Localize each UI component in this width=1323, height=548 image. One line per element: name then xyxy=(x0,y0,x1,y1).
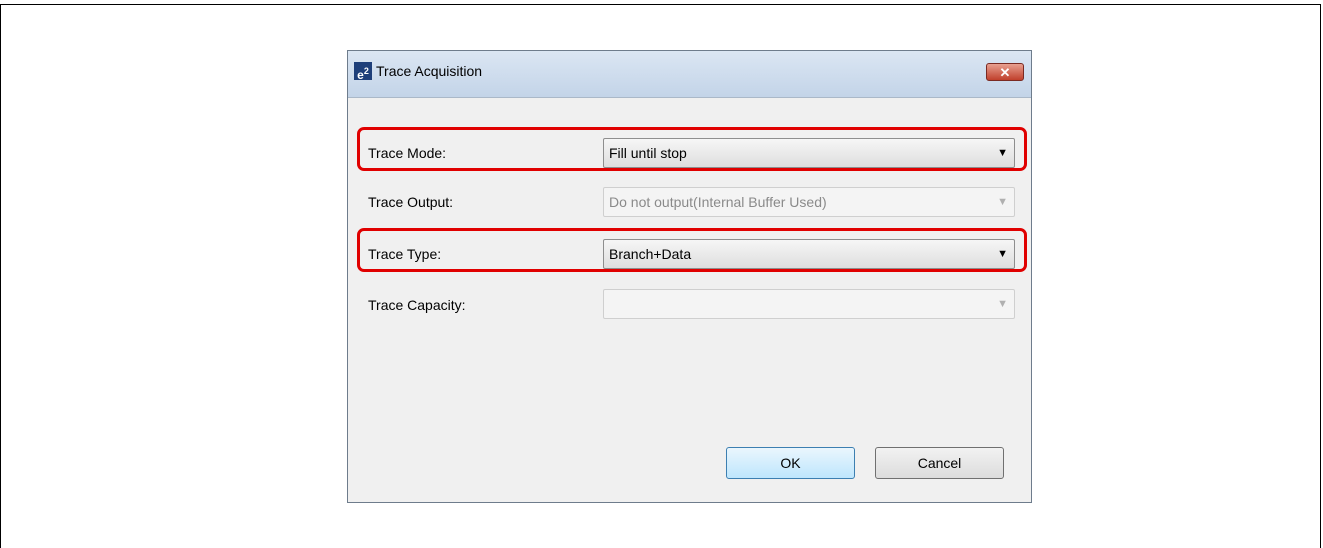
trace-type-value: Branch+Data xyxy=(609,246,692,262)
trace-mode-label: Trace Mode: xyxy=(368,145,447,161)
close-button[interactable]: ✕ xyxy=(986,63,1024,81)
ok-button[interactable]: OK xyxy=(726,447,855,479)
trace-type-label: Trace Type: xyxy=(368,246,442,262)
dialog-title: Trace Acquisition xyxy=(376,63,483,79)
trace-type-select[interactable]: Branch+Data ▼ xyxy=(603,239,1015,269)
trace-output-select: Do not output(Internal Buffer Used) ▼ xyxy=(603,187,1015,217)
chevron-down-icon: ▼ xyxy=(997,298,1008,310)
trace-output-label: Trace Output: xyxy=(368,194,454,210)
dialog-content: Trace Mode: Fill until stop ▼ Trace Outp… xyxy=(348,98,1031,502)
title-bar: e2 Trace Acquisition ✕ xyxy=(348,51,1031,98)
trace-capacity-label: Trace Capacity: xyxy=(368,297,466,313)
trace-acquisition-dialog: e2 Trace Acquisition ✕ Trace Mode: Fill … xyxy=(347,50,1032,503)
e2-app-icon: e2 xyxy=(354,62,372,82)
trace-output-value: Do not output(Internal Buffer Used) xyxy=(609,194,827,210)
chevron-down-icon: ▼ xyxy=(997,147,1008,159)
close-icon: ✕ xyxy=(999,65,1011,80)
trace-capacity-select: ▼ xyxy=(603,289,1015,319)
trace-mode-select[interactable]: Fill until stop ▼ xyxy=(603,138,1015,168)
chevron-down-icon: ▼ xyxy=(997,196,1008,208)
chevron-down-icon: ▼ xyxy=(997,248,1008,260)
trace-mode-value: Fill until stop xyxy=(609,145,687,161)
cancel-button[interactable]: Cancel xyxy=(875,447,1004,479)
